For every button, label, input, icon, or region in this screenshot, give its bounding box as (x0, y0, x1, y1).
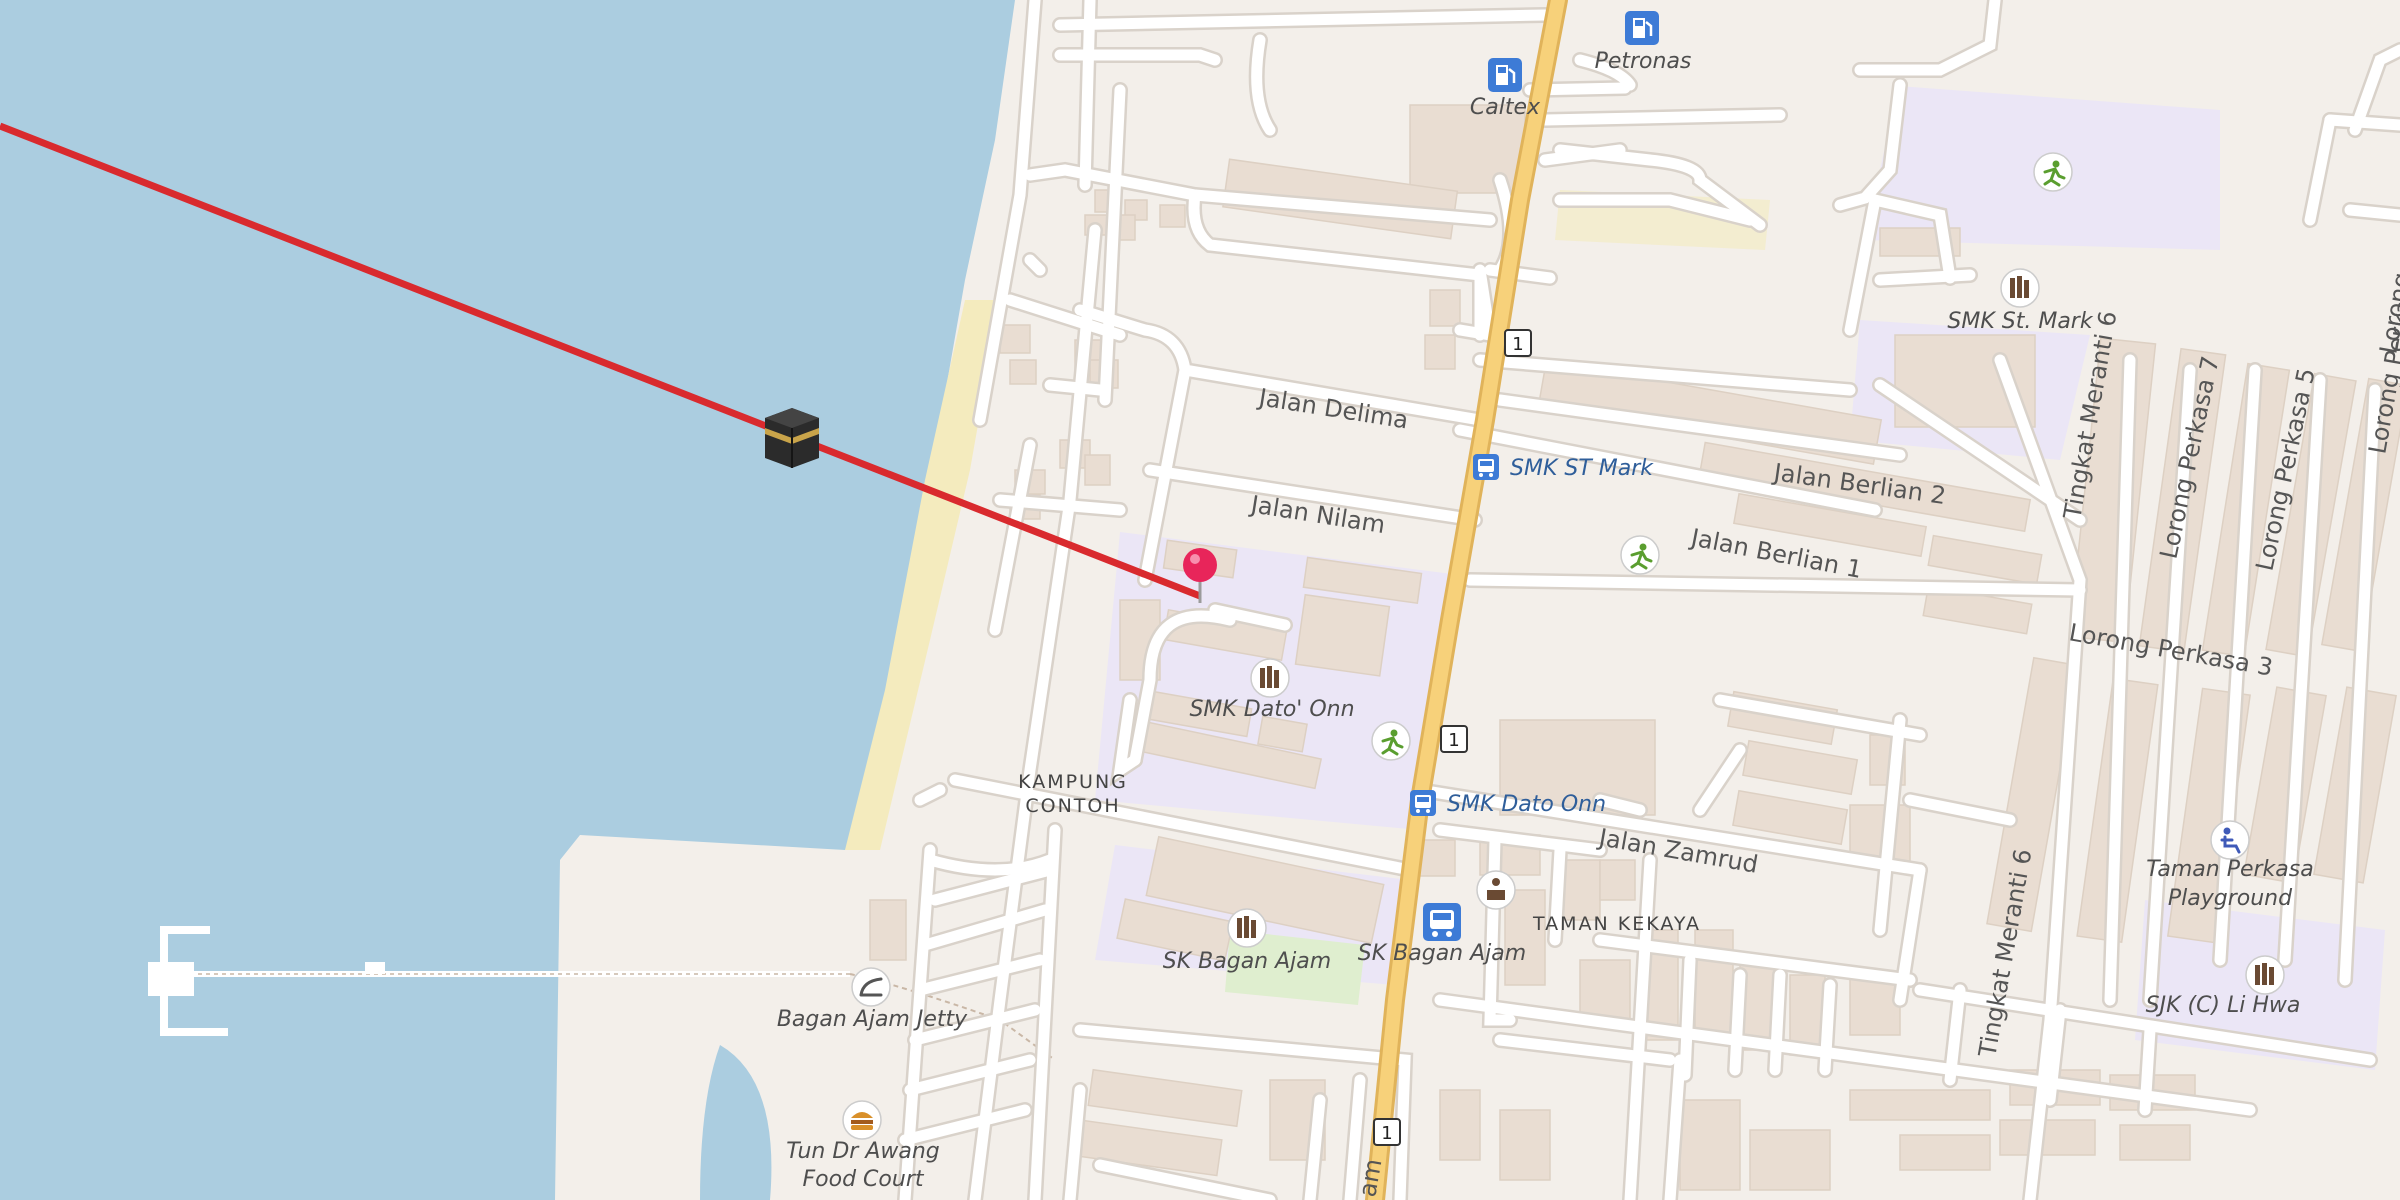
taman-perkasa-label-line1: Taman Perkasa (2146, 857, 2313, 882)
bus-stop-icon-dato-onn[interactable] (1410, 790, 1436, 816)
svg-text:1: 1 (1512, 334, 1523, 355)
bus-stop-icon-sk-bagan-ajam[interactable] (1423, 903, 1461, 941)
sk-bagan-ajam-bus-label: SK Bagan Ajam (1358, 941, 1526, 966)
svg-text:1: 1 (1381, 1123, 1392, 1144)
caltex-label: Caltex (1470, 95, 1541, 120)
playground-icon-taman-perkasa[interactable] (2210, 820, 2250, 860)
smk-st-mark-bus-label: SMK ST Mark (1510, 456, 1654, 481)
smk-dato-onn-label: SMK Dato' Onn (1189, 697, 1354, 722)
route-badge-middle: 1 (1440, 725, 1468, 753)
sports-icon-st-mark[interactable] (2033, 152, 2073, 192)
smk-st-mark-label: SMK St. Mark (1947, 309, 2093, 334)
bus-stop-icon-st-mark[interactable] (1473, 454, 1499, 480)
route-badge-bottom: 1 (1373, 1118, 1401, 1146)
petronas-label: Petronas (1595, 49, 1692, 74)
school-icon-smk-dato-onn[interactable] (1250, 658, 1290, 698)
food-court-label-line2: Food Court (803, 1167, 925, 1192)
bagan-ajam-jetty-label: Bagan Ajam Jetty (777, 1007, 968, 1032)
sk-bagan-ajam-label: SK Bagan Ajam (1163, 949, 1331, 974)
food-court-label-line1: Tun Dr Awang (786, 1139, 940, 1164)
kaaba-icon[interactable] (765, 408, 819, 468)
route-badge-top: 1 (1504, 329, 1532, 357)
kampung-contoh-label-line2: CONTOH (1025, 795, 1120, 817)
sports-icon-dato-onn[interactable] (1371, 721, 1411, 761)
taman-kekaya-label: TAMAN KEKAYA (1532, 913, 1701, 935)
sports-icon-berlian[interactable] (1620, 535, 1660, 575)
food-court-icon[interactable] (842, 1100, 882, 1140)
school-icon-smk-st-mark[interactable] (2000, 268, 2040, 308)
school-icon-sk-bagan-ajam[interactable] (1227, 908, 1267, 948)
kampung-contoh-label-line1: KAMPUNG (1018, 771, 1128, 793)
svg-text:1: 1 (1448, 730, 1459, 751)
map-canvas[interactable]: 1 1 1 am Petronas Caltex SMK St. Mark SM… (0, 0, 2400, 1200)
sjk-li-hwa-label: SJK (C) Li Hwa (2146, 993, 2301, 1018)
fuel-station-icon-caltex[interactable] (1488, 58, 1522, 92)
jetty-icon[interactable] (851, 967, 891, 1007)
taman-perkasa-label-line2: Playground (2168, 886, 2293, 911)
community-icon-taman-kekaya[interactable] (1476, 870, 1516, 910)
fuel-station-icon-petronas[interactable] (1625, 11, 1659, 45)
school-icon-sjk-li-hwa[interactable] (2245, 955, 2285, 995)
smk-dato-onn-bus-label: SMK Dato Onn (1447, 792, 1606, 817)
